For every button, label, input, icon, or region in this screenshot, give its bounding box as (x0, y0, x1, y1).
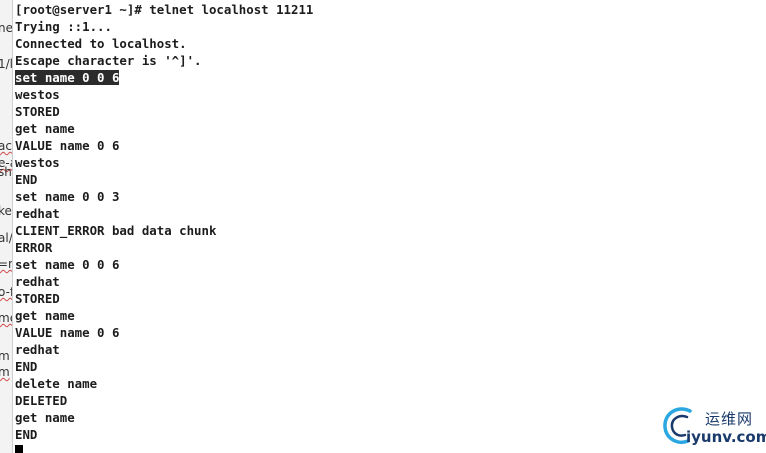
terminal-line: DELETED (15, 392, 313, 409)
terminal-line-text: redhat (15, 206, 60, 221)
terminal-line-text: get name (15, 410, 75, 425)
background-text-fragment: =n (0, 257, 12, 271)
terminal-line: westos (15, 154, 313, 171)
terminal-line-text: Escape character is '^]'. (15, 53, 202, 68)
watermark-text-cn: 运维网 (705, 410, 754, 428)
terminal-line-text: ERROR (15, 240, 53, 255)
background-text-fragment: m (0, 365, 10, 379)
terminal-line-text: westos (15, 87, 60, 102)
terminal-line: delete name (15, 375, 313, 392)
terminal-line-text: END (15, 359, 38, 374)
screen: ne1/lace-ash_keal/=no-fmemm [root@server… (0, 0, 766, 453)
terminal-line: set name 0 0 6 (15, 256, 313, 273)
background-document-strip: ne1/lace-ash_keal/=no-fmemm (0, 0, 12, 453)
terminal-line-text: END (15, 172, 38, 187)
terminal-line: redhat (15, 341, 313, 358)
background-text-fragment: me (0, 311, 12, 325)
background-text-fragment: ke (0, 204, 12, 218)
terminal-output: [root@server1 ~]# telnet localhost 11211… (15, 1, 313, 453)
terminal-line: END (15, 171, 313, 188)
terminal-line-text: CLIENT_ERROR bad data chunk (15, 223, 217, 238)
terminal-line: redhat (15, 273, 313, 290)
watermark: 运维网 iyunv.com (660, 403, 766, 449)
background-text-fragment: ac (0, 139, 12, 153)
background-text-fragment: 1/l (0, 57, 12, 71)
terminal-line: CLIENT_ERROR bad data chunk (15, 222, 313, 239)
terminal-line: Escape character is '^]'. (15, 52, 313, 69)
terminal-line: VALUE name 0 6 (15, 324, 313, 341)
terminal-line-text: set name 0 0 3 (15, 189, 120, 204)
terminal-line-text: set name 0 0 6 (15, 70, 120, 85)
terminal-line-text: Trying ::1... (15, 19, 112, 34)
terminal-line: [root@server1 ~]# telnet localhost 11211 (15, 1, 313, 18)
terminal-line: STORED (15, 290, 313, 307)
watermark-text-en: iyunv.com (686, 428, 766, 446)
terminal-line-text: set name 0 0 6 (15, 257, 120, 272)
terminal-line: END (15, 358, 313, 375)
terminal-line: set name 0 0 3 (15, 188, 313, 205)
terminal-line-text: STORED (15, 104, 60, 119)
background-text-fragment: m (0, 349, 10, 363)
terminal-line-text: get name (15, 308, 75, 323)
terminal-line: get name (15, 307, 313, 324)
terminal-line: redhat (15, 205, 313, 222)
terminal-line: VALUE name 0 6 (15, 137, 313, 154)
terminal-line-text: VALUE name 0 6 (15, 325, 120, 340)
background-text-fragment: ne (0, 21, 12, 35)
block-cursor-icon (15, 445, 23, 453)
terminal-line-text: STORED (15, 291, 60, 306)
background-text-fragment: sh_ (0, 165, 12, 179)
terminal-window[interactable]: [root@server1 ~]# telnet localhost 11211… (12, 0, 766, 453)
terminal-line: get name (15, 120, 313, 137)
terminal-line-text: westos (15, 155, 60, 170)
terminal-line-text: Connected to localhost. (15, 36, 187, 51)
terminal-line: get name (15, 409, 313, 426)
terminal-line-text: redhat (15, 274, 60, 289)
terminal-line: westos (15, 86, 313, 103)
terminal-line-text: delete name (15, 376, 98, 391)
terminal-line-text: VALUE name 0 6 (15, 138, 120, 153)
background-text-fragment: al/ (0, 231, 12, 245)
terminal-line-text: END (15, 427, 38, 442)
terminal-line (15, 443, 313, 453)
background-text-fragment: o-f (0, 285, 12, 299)
terminal-line-text: [root@server1 ~]# telnet localhost 11211 (15, 2, 314, 17)
terminal-line: STORED (15, 103, 313, 120)
terminal-line-text: redhat (15, 342, 60, 357)
terminal-line: END (15, 426, 313, 443)
terminal-line: ERROR (15, 239, 313, 256)
terminal-line-text: DELETED (15, 393, 68, 408)
terminal-line: Trying ::1... (15, 18, 313, 35)
terminal-line: Connected to localhost. (15, 35, 313, 52)
terminal-line-selected: set name 0 0 6 (15, 69, 313, 86)
terminal-line-text: get name (15, 121, 75, 136)
